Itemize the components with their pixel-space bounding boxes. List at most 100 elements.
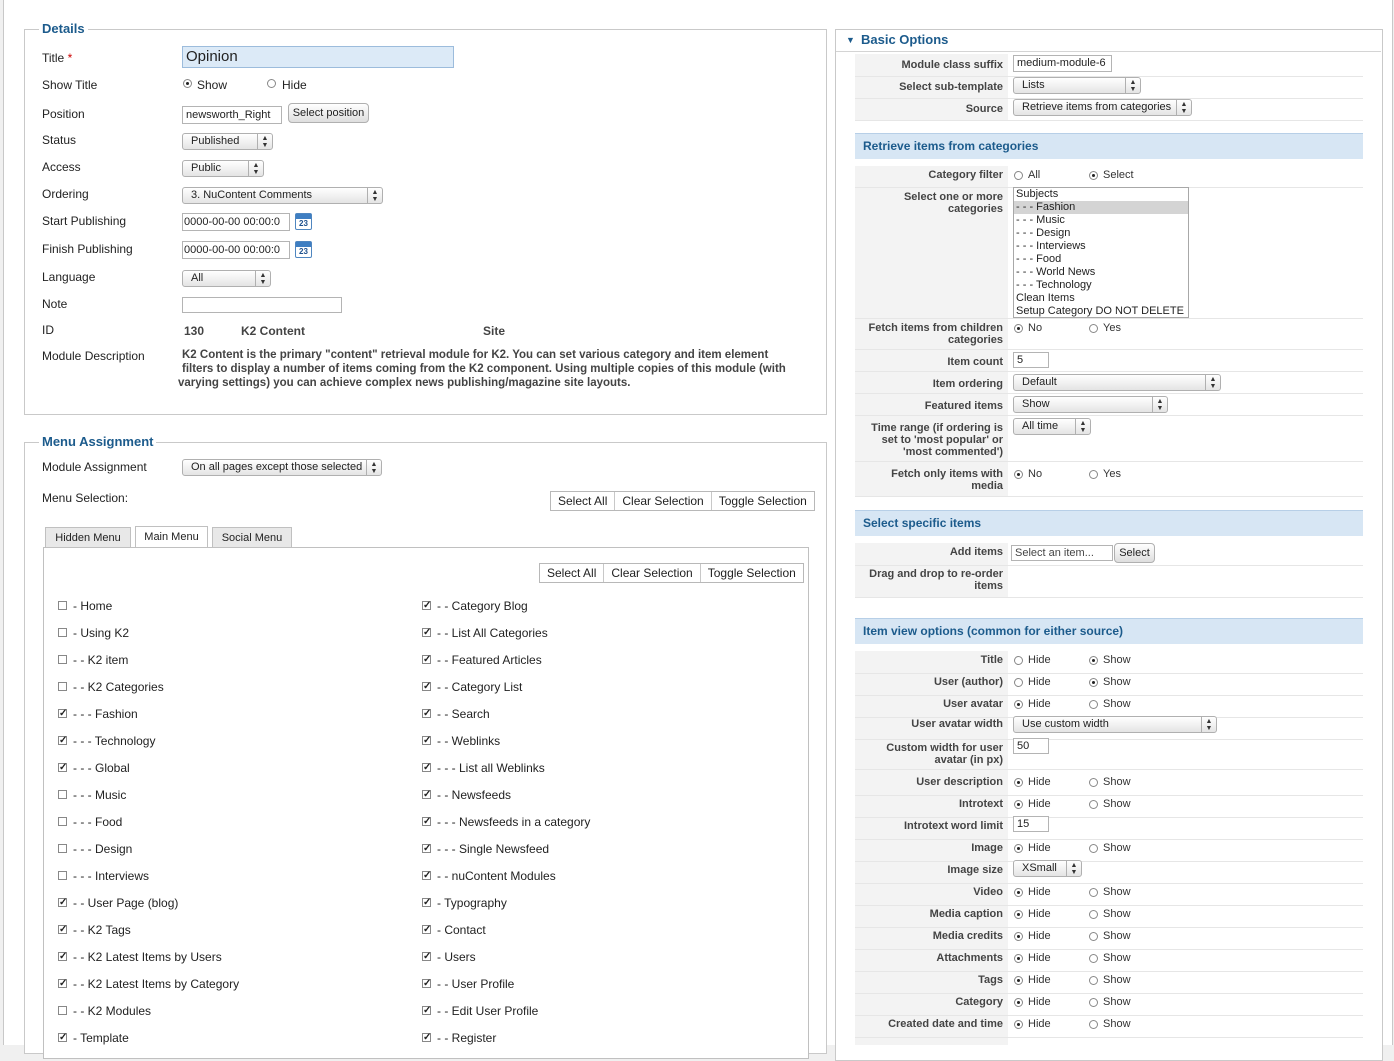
video-hide-radio[interactable] [1014,888,1023,897]
categories-listbox[interactable]: Subjects - - - Fashion - - - Music - - - De… [1013,187,1189,318]
show-title-show-radio[interactable] [183,79,192,88]
item-ordering-select[interactable]: Default ▲ ▼ [1013,374,1221,391]
menu-item-checkbox[interactable] [58,655,67,664]
menu-item-checkbox[interactable]: ✓ [58,979,67,989]
menu-item-checkbox[interactable] [58,790,67,799]
menu-item-checkbox[interactable]: ✓ [422,817,431,827]
category-option[interactable]: - - - Interviews [1014,240,1188,253]
access-select[interactable]: Public ▲ ▼ [182,160,264,177]
menu-item-checkbox[interactable]: ✓ [422,925,431,935]
created-date-show-radio[interactable] [1089,1020,1098,1029]
basic-options-header[interactable]: ▼ Basic Options [836,30,1381,52]
user-author-show-radio[interactable] [1089,678,1098,687]
fetch-children-yes-radio[interactable] [1089,324,1098,333]
image-show-radio[interactable] [1089,844,1098,853]
menu-item-checkbox[interactable]: ✓ [422,871,431,881]
menu-item-checkbox[interactable]: ✓ [58,1033,67,1043]
category-option[interactable]: - - - World News [1014,266,1188,279]
add-items-input[interactable]: Select an item... [1011,545,1113,561]
menu-item-checkbox[interactable]: ✓ [422,682,431,692]
media-caption-show-radio[interactable] [1089,910,1098,919]
module-class-suffix-input[interactable]: medium-module-6 [1013,55,1112,72]
video-show-radio[interactable] [1089,888,1098,897]
status-select[interactable]: Published ▲ ▼ [182,133,273,150]
user-avatar-hide-radio[interactable] [1014,700,1023,709]
user-description-show-radio[interactable] [1089,778,1098,787]
fetch-children-no-radio[interactable] [1014,324,1023,333]
menu-item-checkbox[interactable]: ✓ [58,952,67,962]
media-only-yes-radio[interactable] [1089,470,1098,479]
category-option[interactable]: Clean Items [1014,292,1188,305]
title-input[interactable]: Opinion [182,46,454,68]
start-publishing-input[interactable]: 0000-00-00 00:00:0 [182,213,290,231]
menu-item-checkbox[interactable]: ✓ [422,898,431,908]
ordering-select[interactable]: 3. NuContent Comments ▲ ▼ [182,187,383,204]
select-all-button[interactable]: Select All [540,564,605,582]
category-filter-select-radio[interactable] [1089,171,1098,180]
time-range-select[interactable]: All time ▲ ▼ [1013,418,1091,435]
show-title-hide-radio[interactable] [267,79,276,88]
select-position-button[interactable]: Select position [288,103,369,123]
tab-social-menu[interactable]: Social Menu [212,527,292,548]
user-description-hide-radio[interactable] [1014,778,1023,787]
menu-item-checkbox[interactable] [58,817,67,826]
toggle-selection-button[interactable]: Toggle Selection [712,492,814,510]
category-option[interactable]: - - - Music [1014,214,1188,227]
menu-item-checkbox[interactable] [58,871,67,880]
category-option[interactable]: Subjects [1014,188,1188,201]
finish-publishing-input[interactable]: 0000-00-00 00:00:0 [182,241,290,259]
menu-item-checkbox[interactable]: ✓ [422,763,431,773]
menu-item-checkbox[interactable] [58,844,67,853]
user-avatar-show-radio[interactable] [1089,700,1098,709]
tags-show-radio[interactable] [1089,976,1098,985]
introtext-hide-radio[interactable] [1014,800,1023,809]
menu-item-checkbox[interactable]: ✓ [422,601,431,611]
menu-item-checkbox[interactable]: ✓ [422,1006,431,1016]
select-item-button[interactable]: Select [1114,543,1155,563]
menu-item-checkbox[interactable]: ✓ [422,628,431,638]
item-count-input[interactable]: 5 [1013,352,1049,368]
media-credits-show-radio[interactable] [1089,932,1098,941]
image-size-select[interactable]: XSmall ▲ ▼ [1013,860,1082,877]
note-input[interactable] [182,297,342,313]
introtext-limit-input[interactable]: 15 [1013,816,1049,832]
tab-main-menu[interactable]: Main Menu [135,526,208,548]
custom-width-input[interactable]: 50 [1013,738,1049,754]
media-credits-hide-radio[interactable] [1014,932,1023,941]
clear-selection-button[interactable]: Clear Selection [604,564,701,582]
calendar-icon[interactable]: 23 [295,213,312,230]
language-select[interactable]: All ▲ ▼ [182,270,271,287]
menu-item-checkbox[interactable]: ✓ [422,979,431,989]
menu-item-checkbox[interactable]: ✓ [58,736,67,746]
menu-item-checkbox[interactable]: ✓ [58,925,67,935]
menu-item-checkbox[interactable]: ✓ [422,790,431,800]
menu-item-checkbox[interactable] [58,1006,67,1015]
image-hide-radio[interactable] [1014,844,1023,853]
menu-item-checkbox[interactable]: ✓ [422,1033,431,1043]
created-date-hide-radio[interactable] [1014,1020,1023,1029]
menu-item-checkbox[interactable]: ✓ [58,898,67,908]
position-input[interactable]: newsworth_Right [182,106,282,124]
menu-item-checkbox[interactable]: ✓ [422,952,431,962]
category-option[interactable]: - - - Fashion [1014,201,1188,214]
menu-item-checkbox[interactable] [58,628,67,637]
category-show-radio[interactable] [1089,998,1098,1007]
category-option[interactable]: Setup Category DO NOT DELETE [1014,305,1188,317]
user-author-hide-radio[interactable] [1014,678,1023,687]
menu-item-checkbox[interactable]: ✓ [422,709,431,719]
attachments-hide-radio[interactable] [1014,954,1023,963]
category-option[interactable]: - - - Technology [1014,279,1188,292]
toggle-selection-button[interactable]: Toggle Selection [701,564,803,582]
category-filter-all-radio[interactable] [1014,171,1023,180]
menu-item-checkbox[interactable]: ✓ [422,655,431,665]
menu-item-checkbox[interactable] [58,682,67,691]
select-all-button[interactable]: Select All [551,492,616,510]
title-show-radio[interactable] [1089,656,1098,665]
avatar-width-select[interactable]: Use custom width ▲ ▼ [1013,716,1217,733]
category-hide-radio[interactable] [1014,998,1023,1007]
title-hide-radio[interactable] [1014,656,1023,665]
source-select[interactable]: Retrieve items from categories ▲ ▼ [1013,99,1192,116]
tags-hide-radio[interactable] [1014,976,1023,985]
category-option[interactable]: - - - Food [1014,253,1188,266]
attachments-show-radio[interactable] [1089,954,1098,963]
